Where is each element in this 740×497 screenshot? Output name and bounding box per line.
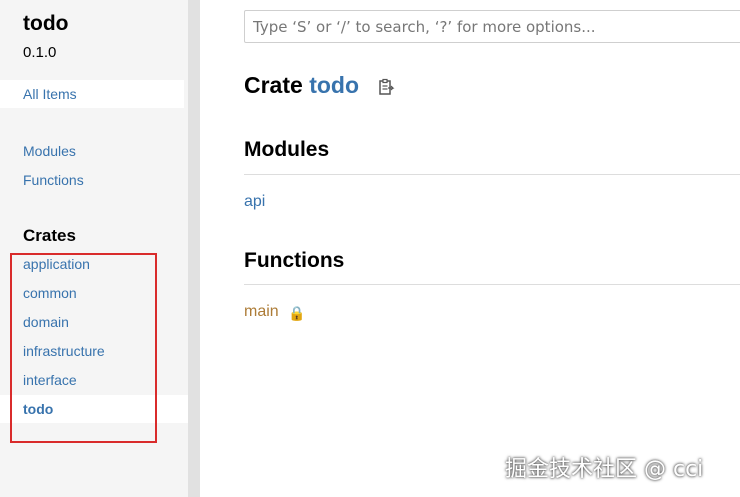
crates-heading: Crates (23, 226, 76, 245)
crate-link-infrastructure[interactable]: infrastructure (0, 337, 188, 365)
crate-link-domain[interactable]: domain (0, 308, 188, 336)
crate-link-todo-current[interactable]: todo (0, 395, 188, 423)
title-prefix: Crate (244, 72, 310, 98)
crate-link-interface[interactable]: interface (0, 366, 188, 394)
functions-divider (244, 284, 740, 285)
page-title: Crate todo (244, 72, 359, 99)
search-input[interactable] (244, 10, 740, 43)
crate-link-common[interactable]: common (0, 279, 188, 307)
crate-link-label: domain (23, 314, 69, 330)
sidebar-resize-handle[interactable] (188, 0, 200, 497)
crate-version: 0.1.0 (23, 44, 57, 61)
all-items-label: All Items (23, 86, 77, 102)
sidebar-crate-name[interactable]: todo (23, 12, 68, 36)
modules-divider (244, 174, 740, 175)
crate-link-label: todo (23, 401, 54, 417)
module-link-api[interactable]: api (244, 193, 265, 211)
lock-icon: 🔒 (288, 305, 306, 321)
functions-heading[interactable]: Functions (244, 249, 344, 273)
sidebar-link-modules[interactable]: Modules (23, 143, 76, 159)
crate-link-label: application (23, 256, 90, 272)
clipboard-icon[interactable] (377, 78, 395, 96)
modules-heading[interactable]: Modules (244, 138, 329, 162)
title-crate-link[interactable]: todo (309, 72, 359, 98)
crate-link-label: infrastructure (23, 343, 105, 359)
function-link-main[interactable]: main (244, 303, 279, 321)
sidebar: todo 0.1.0 All Items Modules Functions C… (0, 0, 188, 497)
all-items-link[interactable]: All Items (0, 80, 184, 108)
sidebar-link-functions[interactable]: Functions (23, 172, 84, 188)
crate-link-label: common (23, 285, 77, 301)
watermark: 掘金技术社区 @ cci (505, 457, 704, 482)
crate-link-label: interface (23, 372, 77, 388)
crate-link-application[interactable]: application (0, 250, 188, 278)
